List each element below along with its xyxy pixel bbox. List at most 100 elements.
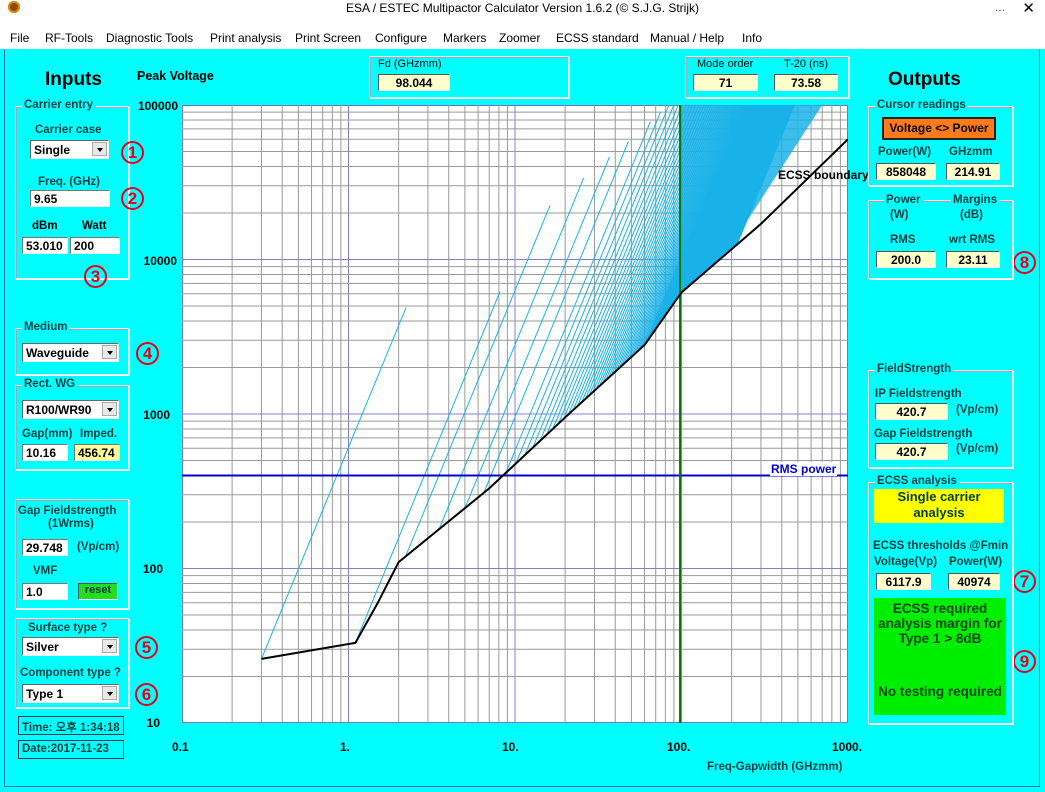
badge-6: 6 [135, 683, 158, 706]
badge-3: 3 [84, 265, 107, 288]
freq-label: Freq. (GHz) [38, 176, 100, 188]
multipactor-chart[interactable] [182, 105, 848, 723]
badge-9: 9 [1013, 650, 1036, 673]
chevron-down-icon[interactable] [92, 142, 107, 156]
y-tick-label: 10 [146, 716, 160, 730]
component-type-label: Component type ? [20, 667, 121, 679]
menu-zoomer[interactable]: Zoomer [499, 31, 540, 45]
surface-type-value: Silver [26, 640, 59, 654]
t20-label: T-20 (ns) [784, 58, 829, 70]
imped-label: Imped. [80, 428, 118, 440]
menu-rf-tools[interactable]: RF-Tools [45, 31, 93, 45]
waveguide-select[interactable]: R100/WR90 [22, 400, 119, 419]
wrt-rms-label: wrt RMS [949, 234, 995, 246]
cursor-power-value: 858048 [876, 163, 936, 180]
watt-label: Watt [82, 220, 107, 232]
chevron-down-icon[interactable] [102, 639, 117, 653]
component-type-select[interactable]: Type 1 [22, 684, 119, 703]
gap-fieldstrength-out-unit: (Vp/cm) [956, 443, 999, 455]
badge-7: 7 [1013, 570, 1036, 593]
mode-order-value: 71 [693, 74, 758, 91]
x-tick-label: 10. [502, 740, 519, 754]
menu-print-analysis[interactable]: Print analysis [210, 31, 281, 45]
fd-label: Fd (GHzmm) [378, 58, 442, 70]
chevron-down-icon[interactable] [102, 686, 117, 700]
carrier-case-value: Single [34, 143, 71, 157]
menu-ecss-standard[interactable]: ECSS standard [556, 31, 639, 45]
y-axis-title: Peak Voltage [137, 69, 214, 83]
menu-info[interactable]: Info [742, 31, 762, 45]
badge-2: 2 [121, 187, 144, 210]
carrier-case-label: Carrier case [35, 124, 102, 136]
gap-fieldstrength-out-value: 420.7 [875, 443, 948, 460]
result-line4: No testing required [878, 684, 1002, 699]
voltage-power-toggle-button[interactable]: Voltage <> Power [882, 117, 996, 140]
menu-print-screen[interactable]: Print Screen [295, 31, 361, 45]
gap-fieldstrength-out-label: Gap Fieldstrength [874, 428, 973, 440]
x-tick-label: 1000. [832, 740, 863, 754]
fieldstrength-title: FieldStrength [875, 363, 954, 375]
vmf-input[interactable]: 1.0 [22, 583, 68, 600]
ecss-boundary-label-text: ECSS boundary [778, 168, 869, 182]
analysis-mode-line1: Single carrier [897, 489, 981, 504]
y-tick-label: 100000 [137, 99, 178, 113]
medium-title: Medium [22, 321, 70, 333]
analysis-mode-banner: Single carrier analysis [874, 489, 1004, 523]
gap-input[interactable]: 10.16 [22, 444, 68, 461]
rect-wg-title: Rect. WG [22, 378, 78, 390]
ecss-thresholds-label: ECSS thresholds @Fmin [873, 540, 1009, 552]
gap-fieldstrength-value[interactable]: 29.748 [22, 539, 68, 556]
date-display: Date:2017-11-23 [18, 740, 124, 759]
component-type-value: Type 1 [26, 687, 64, 701]
menu-markers[interactable]: Markers [443, 31, 486, 45]
result-line1: ECSS required [892, 601, 988, 616]
ip-fieldstrength-unit: (Vp/cm) [956, 404, 999, 416]
title-bar: ESA / ESTEC Multipactor Calculator Versi… [0, 0, 1045, 17]
cursor-ghzmm-value: 214.91 [946, 163, 1000, 180]
menu-file[interactable]: File [10, 31, 29, 45]
y-tick-label: 100 [142, 562, 163, 576]
x-tick-label: 100. [667, 740, 691, 754]
margins-label: Margins [951, 194, 1000, 206]
rms-label: RMS [890, 234, 916, 246]
ip-fieldstrength-value: 420.7 [875, 403, 948, 420]
menu-manual-help[interactable]: Manual / Help [650, 31, 724, 45]
y-tick-label: 1000 [143, 408, 170, 422]
threshold-power-label: Power(W) [949, 556, 1003, 568]
impedance-value: 456.74 [74, 444, 120, 461]
vmf-label: VMF [33, 565, 58, 577]
x-axis-title: Freq-Gapwidth (GHzmm) [707, 761, 843, 773]
rms-power-label: RMS power [770, 462, 838, 476]
badge-4: 4 [136, 342, 159, 365]
badge-1: 1 [121, 141, 144, 164]
power-label: Power [884, 194, 923, 206]
carrier-case-select[interactable]: Single [30, 140, 109, 159]
menu-bar: File RF-Tools Diagnostic Tools Print ana… [0, 16, 1045, 49]
ecss-boundary-label: ECSS boundary [778, 168, 869, 182]
gap-fieldstrength-subtitle: (1Wrms) [48, 518, 94, 530]
freq-input[interactable]: 9.65 [30, 190, 110, 207]
gap-fieldstrength-title: Gap Fieldstrength [18, 505, 117, 517]
threshold-voltage-value: 6117.9 [876, 573, 931, 590]
chevron-down-icon[interactable] [102, 345, 117, 359]
mode-order-label: Mode order [697, 58, 754, 70]
medium-select[interactable]: Waveguide [22, 343, 119, 362]
rms-power-value: 200.0 [876, 251, 936, 268]
close-button[interactable]: ✕ [1022, 0, 1035, 17]
minimize-button[interactable]: ... [995, 0, 1005, 14]
cursor-ghzmm-label: GHzmm [949, 146, 993, 158]
menu-diagnostic-tools[interactable]: Diagnostic Tools [106, 31, 193, 45]
dbm-input[interactable]: 53.010 [22, 237, 68, 254]
gap-fieldstrength-unit: (Vp/cm) [77, 541, 120, 553]
menu-configure[interactable]: Configure [375, 31, 427, 45]
reset-button[interactable]: reset [78, 583, 118, 600]
analysis-mode-line2: analysis [913, 505, 965, 520]
x-tick-label: 1. [340, 740, 351, 754]
margins-unit-label: (dB) [960, 209, 983, 221]
power-unit-label: (W) [890, 209, 909, 221]
fd-value: 98.044 [378, 74, 450, 91]
surface-type-select[interactable]: Silver [22, 637, 119, 656]
x-tick-label: 0.1 [172, 740, 189, 754]
threshold-voltage-label: Voltage(Vp) [874, 556, 938, 568]
watt-input[interactable]: 200 [70, 237, 120, 254]
